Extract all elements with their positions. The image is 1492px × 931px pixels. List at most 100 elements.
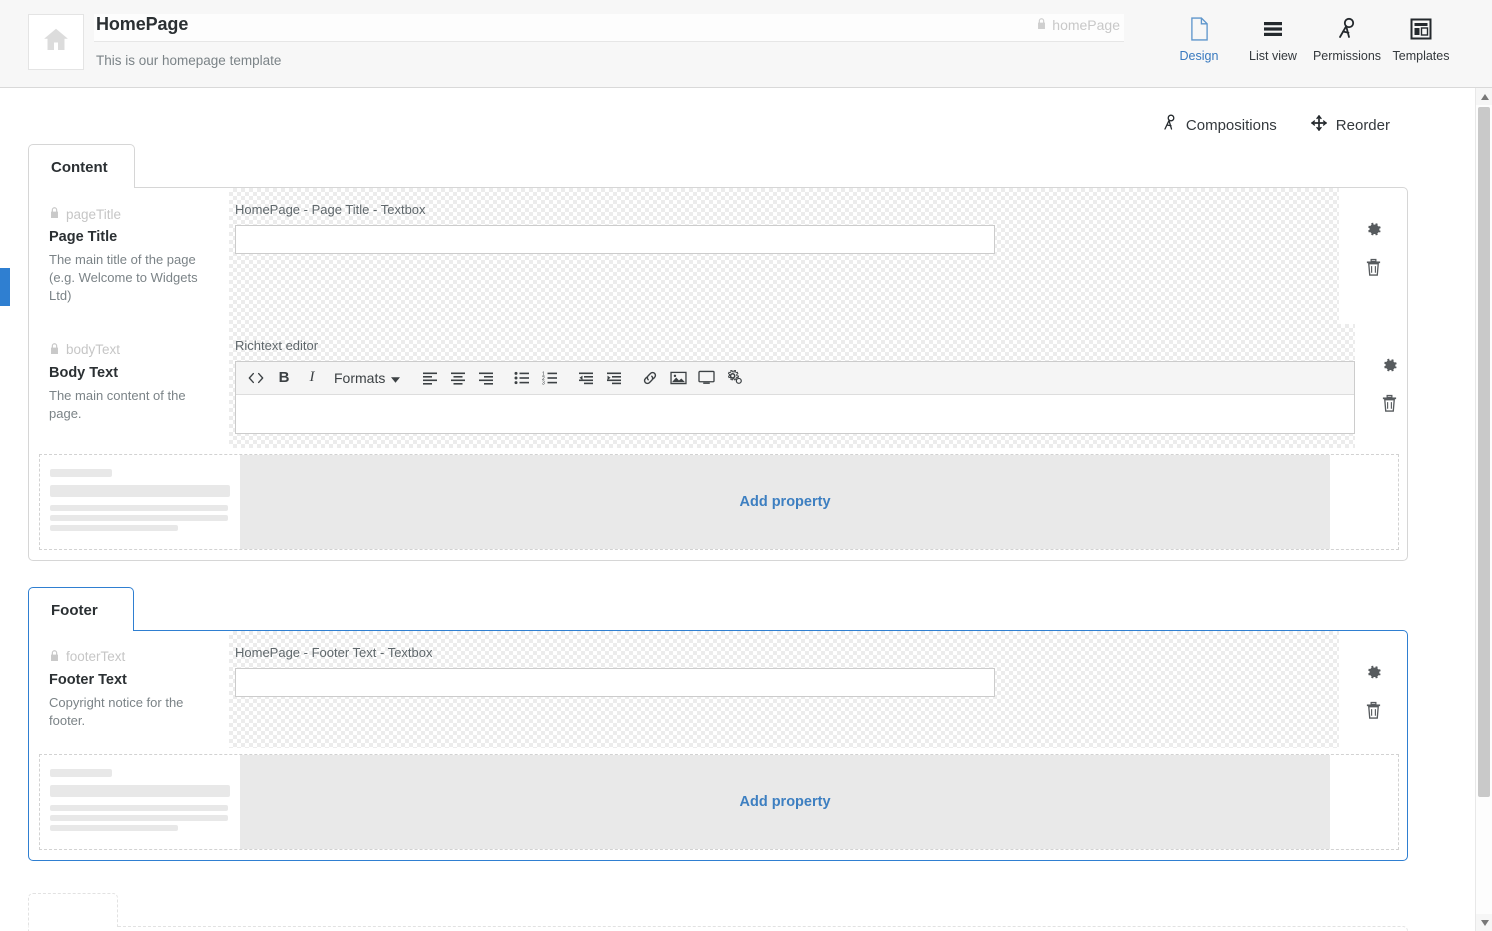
compositions-label: Compositions xyxy=(1185,116,1277,134)
property-name-pagetitle[interactable]: Page Title xyxy=(49,229,211,245)
home-thumbnail[interactable] xyxy=(28,14,84,70)
scrollbar-thumb[interactable] xyxy=(1478,107,1490,797)
lock-icon xyxy=(49,342,60,358)
compositions-button[interactable]: Compositions xyxy=(1163,114,1277,136)
nav-label-design: Design xyxy=(1179,49,1219,63)
align-left-icon[interactable] xyxy=(416,365,444,390)
add-property-skeleton xyxy=(40,755,240,849)
canvas-toolbar: Compositions Reorder xyxy=(0,88,1452,144)
property-meta-pagetitle: pageTitle Page Title The main title of t… xyxy=(29,188,229,324)
page-title[interactable]: HomePage xyxy=(94,14,188,35)
richtext-content-area[interactable] xyxy=(236,394,1354,433)
tab-content[interactable]: Content xyxy=(28,144,135,188)
property-name-bodytext[interactable]: Body Text xyxy=(49,365,211,381)
tab-body-content: pageTitle Page Title The main title of t… xyxy=(28,187,1408,561)
page-title-block: HomePage homePage This is our homepage t… xyxy=(94,0,1124,68)
reorder-label: Reorder xyxy=(1335,116,1390,134)
scroll-down-arrow[interactable] xyxy=(1476,914,1492,931)
source-code-icon[interactable] xyxy=(242,365,270,390)
indent-icon[interactable] xyxy=(600,365,628,390)
richtext-toolbar: B I Formats 1 2 3 xyxy=(236,361,1354,395)
document-icon xyxy=(1190,16,1209,42)
property-editor-pagetitle: HomePage - Page Title - Textbox xyxy=(229,188,1339,324)
nav-item-list-view[interactable]: List view xyxy=(1236,16,1310,63)
add-property-row-footer[interactable]: Add property xyxy=(39,753,1399,850)
add-property-tail xyxy=(1330,454,1398,549)
align-center-icon[interactable] xyxy=(444,365,472,390)
image-icon[interactable] xyxy=(664,365,692,390)
nav-item-design[interactable]: Design xyxy=(1162,16,1236,63)
gear-icon[interactable] xyxy=(1364,663,1383,687)
outdent-icon[interactable] xyxy=(572,365,600,390)
formats-dropdown[interactable]: Formats xyxy=(326,365,408,390)
trash-icon[interactable] xyxy=(1365,701,1382,725)
property-alias-footertext: footerText xyxy=(49,649,211,665)
list-icon xyxy=(1262,16,1284,42)
tab-group-content: Content pageTitle Page Title The main ti… xyxy=(28,144,1408,561)
scroll-up-arrow[interactable] xyxy=(1476,88,1492,105)
embed-media-icon[interactable] xyxy=(692,365,720,390)
gear-icon[interactable] xyxy=(1380,356,1399,380)
move-cross-icon xyxy=(1310,115,1327,135)
property-name-footertext[interactable]: Footer Text xyxy=(49,672,211,688)
alias-text: homePage xyxy=(1052,16,1120,33)
tab-footer[interactable]: Footer xyxy=(28,586,134,631)
trash-icon[interactable] xyxy=(1365,258,1382,282)
nav-label-list-view: List view xyxy=(1249,49,1297,63)
editor-caption-bodytext: Richtext editor xyxy=(235,337,319,353)
nav-item-templates[interactable]: Templates xyxy=(1384,16,1458,63)
trash-icon[interactable] xyxy=(1381,394,1398,418)
property-alias-text: footerText xyxy=(66,649,126,665)
bullet-list-icon[interactable] xyxy=(508,365,536,390)
property-description-footertext: Copyright notice for the footer. xyxy=(49,694,184,728)
align-right-icon[interactable] xyxy=(472,365,500,390)
gear-icon[interactable] xyxy=(1364,220,1383,244)
pagetitle-input[interactable] xyxy=(235,225,995,254)
macro-settings-icon[interactable] xyxy=(720,365,748,390)
property-alias-bodytext: bodyText xyxy=(49,342,211,358)
svg-text:3: 3 xyxy=(542,380,545,384)
property-actions-footertext xyxy=(1339,631,1407,748)
property-actions-pagetitle xyxy=(1339,188,1407,324)
add-tab-placeholder: Add another tab xyxy=(28,892,1408,931)
property-description-bodytext: The main content of the page. xyxy=(49,387,186,421)
new-tab-body: Add another tab xyxy=(28,925,1408,931)
nav-label-permissions: Permissions xyxy=(1312,49,1382,63)
tab-header-footer: Footer xyxy=(28,586,1408,631)
reorder-button[interactable]: Reorder xyxy=(1310,115,1390,135)
scrollbar-track[interactable] xyxy=(1476,105,1492,914)
add-property-button-content[interactable]: Add property xyxy=(240,454,1330,549)
add-property-skeleton xyxy=(40,455,240,549)
home-icon xyxy=(41,25,71,60)
design-canvas: Compositions Reorder Content pageTitle P… xyxy=(0,88,1492,931)
permissions-key-icon xyxy=(1336,16,1358,42)
property-editor-bodytext: Richtext editor B I Formats 1 2 3 xyxy=(229,324,1355,448)
new-tab-stub[interactable] xyxy=(28,892,118,927)
chevron-down-icon xyxy=(391,370,401,386)
nav-item-permissions[interactable]: Permissions xyxy=(1310,16,1384,63)
compositions-person-icon xyxy=(1163,114,1177,136)
numbered-list-icon[interactable]: 123 xyxy=(536,365,564,390)
property-alias-text: bodyText xyxy=(66,342,121,358)
property-row-footertext: footerText Footer Text Copyright notice … xyxy=(29,631,1407,748)
italic-icon[interactable]: I xyxy=(298,365,326,390)
add-property-tail xyxy=(1330,754,1398,849)
property-actions-bodytext xyxy=(1355,324,1423,448)
lock-icon xyxy=(1036,17,1047,33)
bold-icon[interactable]: B xyxy=(270,365,298,390)
tab-group-footer: Footer footerText Footer Text Copyright … xyxy=(28,586,1408,861)
property-alias-pagetitle: pageTitle xyxy=(49,206,211,222)
page-description: This is our homepage template xyxy=(96,53,282,68)
add-property-row-content[interactable]: Add property xyxy=(39,453,1399,550)
lock-icon xyxy=(49,649,60,665)
tab-body-footer: footerText Footer Text Copyright notice … xyxy=(28,629,1408,861)
footertext-input[interactable] xyxy=(235,667,995,697)
add-property-button-footer[interactable]: Add property xyxy=(240,754,1330,849)
property-meta-footertext: footerText Footer Text Copyright notice … xyxy=(29,631,229,748)
link-icon[interactable] xyxy=(636,365,664,390)
alias-display: homePage xyxy=(1036,17,1124,33)
property-editor-footertext: HomePage - Footer Text - Textbox xyxy=(229,631,1339,748)
property-description-pagetitle: The main title of the page (e.g. Welcome… xyxy=(49,252,198,304)
vertical-scrollbar[interactable] xyxy=(1475,88,1492,931)
title-row: HomePage homePage xyxy=(94,14,1124,42)
